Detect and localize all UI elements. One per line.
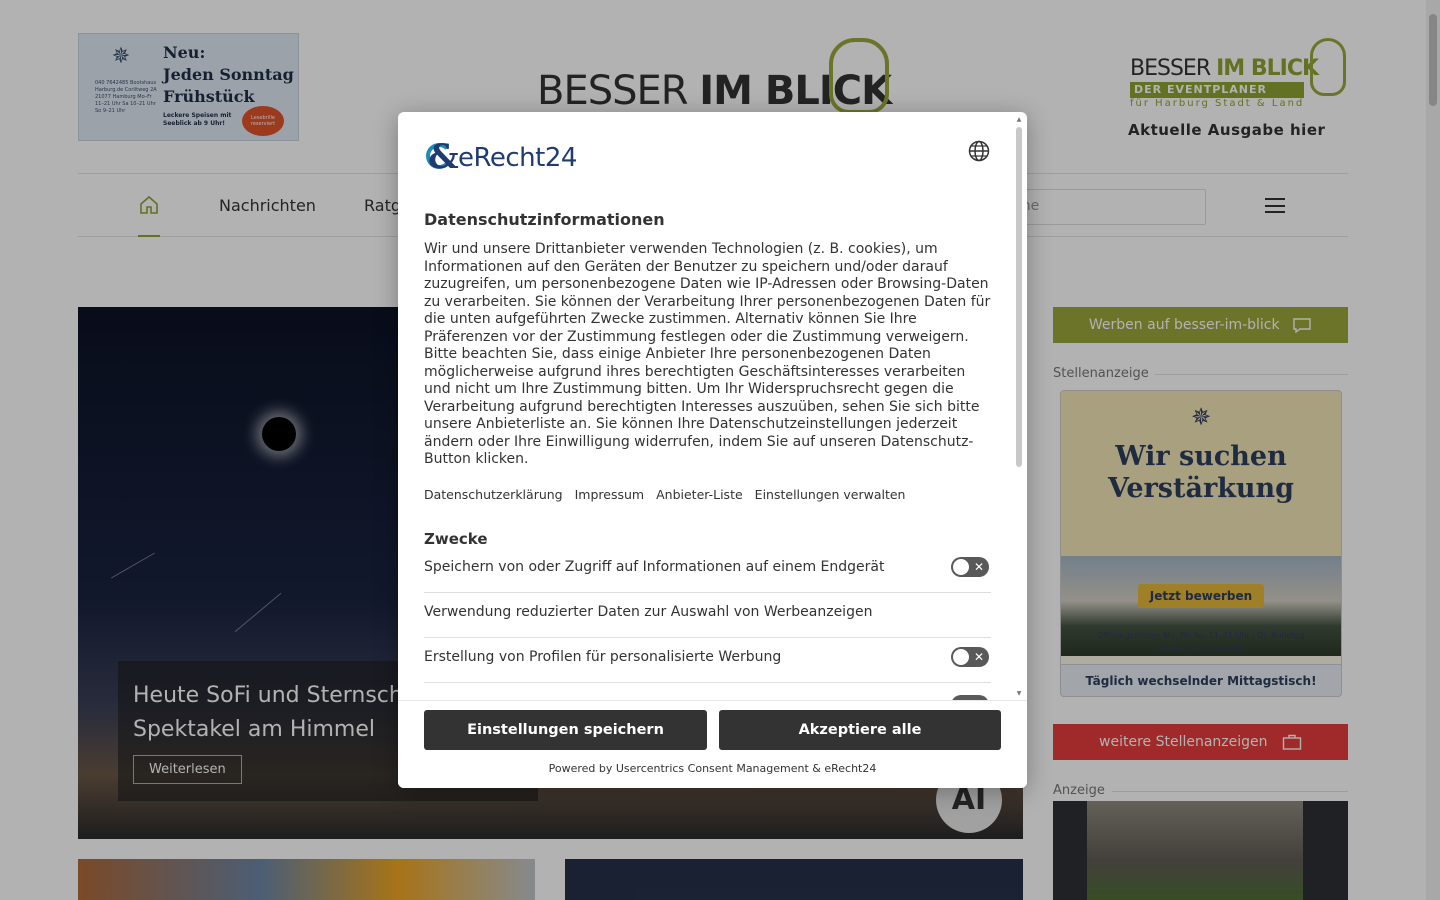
manage-settings-link[interactable]: Einstellungen verwalten	[755, 487, 906, 502]
imprint-link[interactable]: Impressum	[575, 487, 644, 502]
purpose-label[interactable]: Speichern von oder Zugriff auf Informati…	[424, 559, 884, 575]
consent-scroll-area[interactable]: & eRecht24 Datenschutzinformationen Wir …	[398, 112, 1027, 700]
purpose-row	[424, 683, 991, 700]
erecht24-logo-text: eRecht24	[458, 143, 577, 173]
consent-links: Datenschutzerklärung Impressum Anbieter-…	[424, 487, 905, 502]
scroll-down-arrow-icon[interactable]: ▼	[1015, 690, 1023, 697]
powered-by-text[interactable]: Powered by Usercentrics Consent Manageme…	[398, 762, 1027, 775]
purpose-row: Verwendung reduzierter Daten zur Auswahl…	[424, 593, 991, 638]
close-icon: ✕	[973, 650, 984, 664]
consent-dialog: & eRecht24 Datenschutzinformationen Wir …	[398, 112, 1027, 788]
close-icon: ✕	[973, 560, 984, 574]
accept-all-button[interactable]: Akzeptiere alle	[719, 710, 1001, 750]
consent-description: Wir und unsere Drittanbieter verwenden T…	[424, 241, 991, 467]
purpose-toggle[interactable]: ✕	[951, 647, 989, 667]
consent-scrollbar[interactable]: ▲ ▼	[1015, 116, 1023, 702]
erecht24-logo: & eRecht24	[424, 137, 577, 178]
erecht24-logo-mark: &	[426, 137, 459, 177]
purpose-row: Speichern von oder Zugriff auf Informati…	[424, 548, 991, 593]
purpose-label[interactable]: Erstellung von Profilen für personalisie…	[424, 649, 781, 665]
purpose-toggle[interactable]: ✕	[951, 557, 989, 577]
scroll-up-arrow-icon[interactable]: ▲	[1015, 116, 1023, 123]
save-settings-button[interactable]: Einstellungen speichern	[424, 710, 707, 750]
globe-language-icon[interactable]	[968, 140, 990, 162]
purposes-heading: Zwecke	[424, 530, 488, 548]
consent-footer: Einstellungen speichern Akzeptiere alle …	[398, 700, 1027, 788]
consent-title: Datenschutzinformationen	[424, 210, 665, 229]
purpose-row: Erstellung von Profilen für personalisie…	[424, 638, 991, 683]
vendor-list-link[interactable]: Anbieter-Liste	[656, 487, 743, 502]
privacy-policy-link[interactable]: Datenschutzerklärung	[424, 487, 563, 502]
purpose-label[interactable]: Verwendung reduzierter Daten zur Auswahl…	[424, 604, 872, 620]
